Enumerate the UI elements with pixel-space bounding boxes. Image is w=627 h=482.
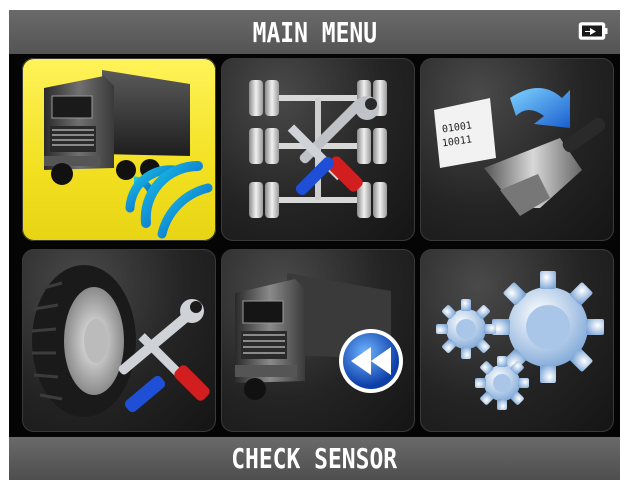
status-bar: CHECK SENSOR [9, 437, 620, 480]
truck-rewind-icon [235, 273, 403, 400]
menu-tile-history[interactable] [221, 249, 415, 432]
device-screen: MAIN MENU 01001 10011 CHECK SENSOR [9, 10, 620, 480]
battery-plug-icon [578, 20, 608, 42]
menu-tile-tire-service[interactable] [22, 249, 216, 432]
menu-tile-settings[interactable] [420, 249, 614, 432]
truck-wireless-icon [44, 70, 213, 239]
page-title: MAIN MENU [252, 15, 377, 49]
gears-settings-icon [436, 271, 604, 410]
menu-tile-axle-service[interactable] [221, 58, 415, 241]
menu-tile-check-sensor[interactable] [22, 58, 216, 241]
axle-service-icon [249, 80, 387, 218]
sensor-programming-icon: 01001 10011 [434, 88, 606, 216]
menu-tile-sensor-programming[interactable]: 01001 10011 [420, 58, 614, 241]
title-bar: MAIN MENU [9, 10, 620, 54]
selected-item-label: CHECK SENSOR [231, 442, 398, 475]
tire-service-icon [31, 265, 210, 417]
